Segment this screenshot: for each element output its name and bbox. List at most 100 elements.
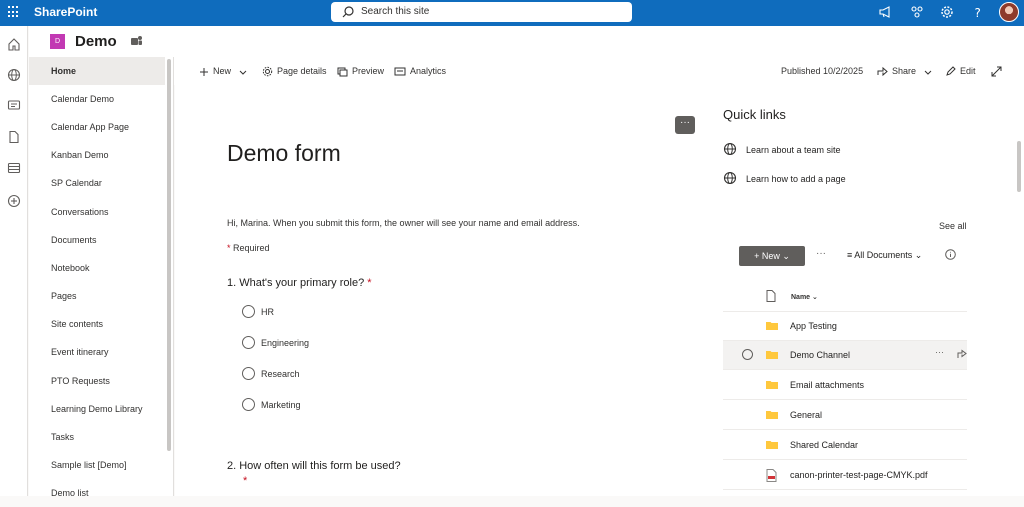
nav-scrollbar-thumb[interactable] <box>167 59 171 451</box>
expand-button[interactable] <box>991 57 1006 85</box>
library-row[interactable]: canon-printer-test-page-CMYK.pdf <box>723 461 967 490</box>
app-launcher-icon[interactable] <box>8 6 20 18</box>
gear-icon <box>262 66 273 77</box>
nav-item-notebook[interactable]: Notebook <box>29 254 165 282</box>
form-title: Demo form <box>227 140 341 166</box>
radio-button[interactable] <box>242 336 255 349</box>
create-plus-icon[interactable] <box>7 194 21 208</box>
globe-icon <box>723 171 737 185</box>
webpart-more-button[interactable]: ··· <box>675 116 695 134</box>
form-intro: Hi, Marina. When you submit this form, t… <box>227 218 580 228</box>
teams-icon[interactable] <box>129 34 143 48</box>
library-row[interactable]: Email attachments <box>723 371 967 400</box>
library-item-name[interactable]: App Testing <box>790 321 837 331</box>
library-item-name[interactable]: Demo Channel <box>790 350 850 360</box>
row-select-checkbox[interactable] <box>742 349 753 360</box>
list-icon[interactable] <box>7 161 21 175</box>
question-2-required: * <box>243 475 248 487</box>
globe-icon[interactable] <box>7 68 21 82</box>
nav-item-site-contents[interactable]: Site contents <box>29 310 165 338</box>
library-new-button[interactable]: + New ⌄ <box>739 246 805 266</box>
site-title[interactable]: Demo <box>75 33 117 50</box>
library-row[interactable]: App Testing <box>723 312 967 341</box>
quick-link-label: Learn about a team site <box>746 145 841 155</box>
library-row[interactable]: General <box>723 401 967 430</box>
analytics-label: Analytics <box>410 66 447 76</box>
library-item-name[interactable]: General <box>790 410 822 420</box>
nav-scrollbar[interactable] <box>165 57 173 496</box>
info-icon[interactable] <box>945 249 956 260</box>
radio-button[interactable] <box>242 305 255 318</box>
preview-button[interactable]: Preview <box>337 57 384 85</box>
question-1-required: * <box>367 277 372 289</box>
search-placeholder: Search this site <box>361 6 430 17</box>
question-1: 1. What's your primary role? * <box>227 277 372 289</box>
nav-item-pages[interactable]: Pages <box>29 282 165 310</box>
analytics-button[interactable]: Analytics <box>394 57 446 85</box>
folder-icon <box>766 381 778 389</box>
radio-button[interactable] <box>242 398 255 411</box>
chevron-down-icon: ⌄ <box>912 250 923 260</box>
app-name[interactable]: SharePoint <box>34 5 97 19</box>
name-column-header[interactable]: Name ⌄ <box>791 293 818 301</box>
radio-button[interactable] <box>242 367 255 380</box>
nav-item-documents[interactable]: Documents <box>29 226 165 254</box>
search-box[interactable]: Search this site <box>331 2 632 22</box>
nav-item-calendar-app-page[interactable]: Calendar App Page <box>29 113 165 141</box>
library-more-button[interactable]: ··· <box>816 248 826 259</box>
library-row-selected[interactable]: Demo Channel ··· <box>723 341 967 370</box>
share-button[interactable]: Share <box>877 57 936 85</box>
nav-item-pto-requests[interactable]: PTO Requests <box>29 367 165 395</box>
nav-item-tasks[interactable]: Tasks <box>29 423 165 451</box>
megaphone-icon[interactable] <box>878 5 892 19</box>
page-details-label: Page details <box>277 66 327 76</box>
library-item-name[interactable]: canon-printer-test-page-CMYK.pdf <box>790 470 928 480</box>
folder-icon <box>766 411 778 419</box>
share-icon[interactable] <box>957 349 967 359</box>
suite-bar: SharePoint Search this site ? <box>0 0 1024 26</box>
edit-label: Edit <box>960 66 976 76</box>
library-new-label: New <box>761 251 780 261</box>
settings-gear-icon[interactable] <box>940 5 954 19</box>
nav-item-conversations[interactable]: Conversations <box>29 198 165 226</box>
nav-item-learning-demo-library[interactable]: Learning Demo Library <box>29 395 165 423</box>
quick-link-label: Learn how to add a page <box>746 174 846 184</box>
nav-item-event-itinerary[interactable]: Event itinerary <box>29 338 165 366</box>
edit-button[interactable]: Edit <box>945 57 976 85</box>
expand-icon <box>991 66 1002 77</box>
required-star: * <box>227 243 231 253</box>
preview-label: Preview <box>352 66 385 76</box>
nav-item-demo-list[interactable]: Demo list <box>29 479 165 507</box>
library-row[interactable]: Shared Calendar <box>723 431 967 460</box>
share-icon <box>877 67 888 77</box>
page-scrollbar-thumb[interactable] <box>1017 141 1021 192</box>
option-label: Engineering <box>261 338 310 348</box>
see-all-link[interactable]: See all <box>939 221 967 231</box>
page-details-button[interactable]: Page details <box>262 57 327 85</box>
file-type-icon[interactable] <box>766 290 776 302</box>
nav-item-calendar-demo[interactable]: Calendar Demo <box>29 85 165 113</box>
people-network-icon[interactable] <box>910 5 924 19</box>
app-rail <box>0 26 28 496</box>
user-avatar[interactable] <box>999 2 1019 22</box>
nav-item-sp-calendar[interactable]: SP Calendar <box>29 169 165 197</box>
home-icon[interactable] <box>7 37 21 51</box>
nav-item-sample-list[interactable]: Sample list [Demo] <box>29 451 165 479</box>
library-item-name[interactable]: Email attachments <box>790 380 864 390</box>
news-icon[interactable] <box>7 98 21 112</box>
question-1-text: 1. What's your primary role? <box>227 277 365 289</box>
option-label: Marketing <box>261 400 301 410</box>
view-selector[interactable]: ≡ All Documents ⌄ <box>847 250 922 261</box>
nav-item-home[interactable]: Home <box>29 57 165 85</box>
pdf-file-icon <box>766 469 777 482</box>
site-logo[interactable]: D <box>50 34 65 49</box>
library-item-name[interactable]: Shared Calendar <box>790 440 858 450</box>
row-more-button[interactable]: ··· <box>935 347 944 357</box>
nav-item-kanban-demo[interactable]: Kanban Demo <box>29 141 165 169</box>
help-icon[interactable]: ? <box>971 5 985 19</box>
folder-icon <box>766 351 778 359</box>
document-icon[interactable] <box>7 130 21 144</box>
new-button[interactable]: New <box>199 57 251 85</box>
page-canvas: ··· Demo form Hi, Marina. When you submi… <box>175 85 1024 496</box>
page-scrollbar[interactable] <box>1014 85 1024 496</box>
